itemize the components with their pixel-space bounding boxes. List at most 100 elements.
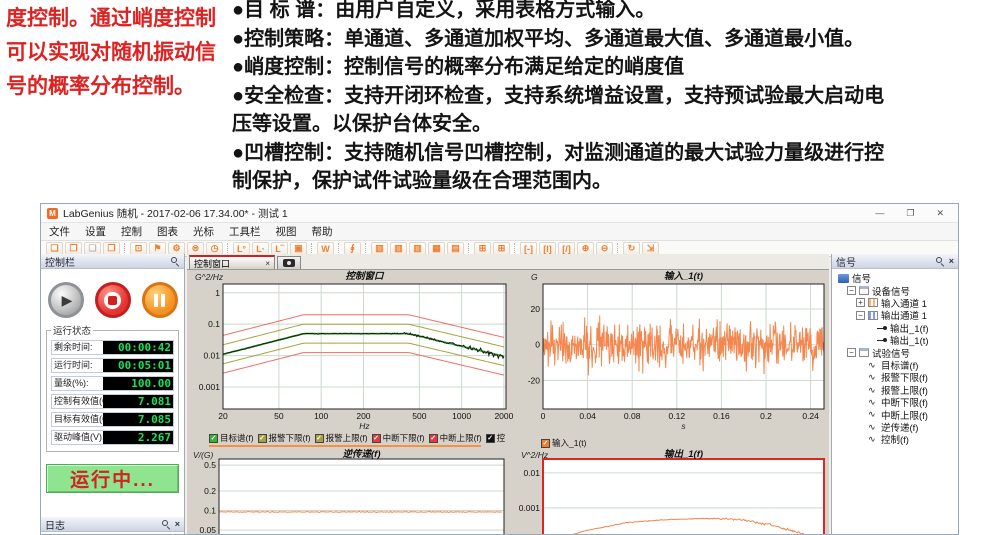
legend-label: 中断上限(f) [440,432,482,444]
svg-text:0.001: 0.001 [519,503,541,513]
svg-text:0.01: 0.01 [523,468,540,478]
tab-control-window[interactable]: 控制窗口 × [189,255,275,269]
toolbar-separator [365,243,367,255]
legend-item[interactable]: ✓控 [486,432,506,444]
svg-text:-20: -20 [528,375,541,385]
signal-panel: 信号 × 信号−设备信号+输入通道 1−输出通道 1输出_1(f)输出_1(t)… [831,254,958,534]
legend-checkbox-icon[interactable]: ✓ [209,434,218,443]
tree-item-label: 控制(f) [881,432,909,446]
play-button[interactable]: ▶ [48,282,84,318]
legend-checkbox-icon[interactable]: ✓ [315,434,324,443]
tree-item-_1t[interactable]: 输出_1(t) [835,334,956,346]
legend-checkbox-icon[interactable]: ✓ [372,434,381,443]
tree-item-f[interactable]: 中断上限(f) [835,408,956,420]
control-panel-title: 控制栏 [45,254,167,269]
svg-text:逆传递(f): 逆传递(f) [343,448,381,460]
tree-item-1[interactable]: +输入通道 1 [835,297,956,309]
status-field-value: 2.267 [103,431,173,444]
legend-checkbox-icon[interactable]: ✓ [258,434,267,443]
chart-input_time[interactable]: 200-2000.040.080.120.160.20.24s输入_1(t)G [517,270,829,452]
svg-text:0.2: 0.2 [204,486,216,496]
input-channel-icon [868,298,878,307]
stop-icon [104,292,121,309]
collapse-icon[interactable]: − [856,311,865,320]
chart-control[interactable]: 10.10.010.001205010020050010002000Hz控制窗口… [189,270,525,452]
red-note-line: 可以实现对随机振动信 [6,36,232,70]
toolbar-separator [227,243,229,255]
menu-item-8[interactable]: 帮助 [312,224,333,239]
menu-item-5[interactable]: 光标 [193,224,214,239]
svg-text:0.24: 0.24 [802,411,819,421]
tree-item-f[interactable]: 目标谱(f) [835,359,956,371]
red-note-line: 号的概率分布控制。 [6,70,232,104]
menu-item-3[interactable]: 控制 [121,224,142,239]
wave-signal-icon [868,360,878,370]
legend-item[interactable]: ✓中断上限(f) [429,432,482,444]
expand-icon[interactable]: + [856,298,865,307]
tree-item-[interactable]: 信号 [835,272,956,284]
status-field-value: 100.00 [103,377,173,390]
collapse-icon[interactable]: − [847,348,856,357]
control-panel: 控制栏 ▶ 运行状态 剩余时间:00:00:42运行时间:00:05:01量级(… [41,254,185,534]
app-logo-icon: M [47,208,58,219]
svg-text:50: 50 [274,411,284,421]
close-icon[interactable]: × [175,520,180,529]
chart-inverse_transfer[interactable]: 0.50.20.10.05逆传递(f)V/(G) [189,448,525,534]
restore-button[interactable]: ❐ [906,208,914,219]
wave-signal-icon [868,422,878,432]
tree-item-f[interactable]: 逆传递(f) [835,421,956,433]
legend-label: 报警下限(f) [269,432,311,444]
legend-label: 中断下限(f) [383,432,425,444]
menu-item-2[interactable]: 设置 [85,224,106,239]
close-icon[interactable]: × [949,257,954,266]
bullet-line: ●目 标 谱：由用户自定义，采用表格方式输入。 [232,0,1000,25]
tree-item-f[interactable]: 控制(f) [835,433,956,445]
tree-item-[interactable]: −设备信号 [835,284,956,296]
legend-checkbox-icon[interactable]: ✓ [541,439,550,448]
minimize-button[interactable]: — [875,208,884,219]
run-status-label: 运行状态 [51,323,93,337]
legend-checkbox-icon[interactable]: ✓ [429,434,438,443]
pin-icon[interactable] [936,257,945,266]
stop-button[interactable] [95,282,131,318]
legend-checkbox-icon[interactable]: ✓ [486,434,495,443]
legend-underline [209,445,481,447]
legend-item[interactable]: ✓目标谱(f) [209,432,254,444]
tree-item-f[interactable]: 报警上限(f) [835,384,956,396]
pin-icon[interactable] [162,520,171,529]
tree-item-f[interactable]: 报警下限(f) [835,371,956,383]
bullet-line: ●凹槽控制：支持随机信号凹槽控制，对监测通道的最大试验力量级进行控 [232,139,1000,168]
svg-text:0.1: 0.1 [204,506,216,516]
bullet-line: 制保护，保护试件试验量级在合理范围内。 [232,167,1000,196]
toolbar-separator [468,243,470,255]
tree-item-[interactable]: −试验信号 [835,346,956,358]
legend-item[interactable]: ✓报警下限(f) [258,432,311,444]
menu-item-1[interactable]: 文件 [49,224,70,239]
menu-item-6[interactable]: 工具栏 [229,224,261,239]
log-panel-header: 日志 × [41,517,184,532]
legend-item[interactable]: ✓输入_1(t) [541,437,586,449]
pin-icon[interactable] [171,257,180,266]
transport-controls: ▶ [41,282,184,318]
wave-signal-icon [868,434,878,444]
tab-snapshot[interactable] [277,256,301,269]
screen: 度控制。通过峭度控制可以实现对随机振动信号的概率分布控制。 ●目 标 谱：由用户… [0,0,1000,535]
svg-text:0.16: 0.16 [713,411,730,421]
pause-button[interactable] [142,282,178,318]
legend-item[interactable]: ✓报警上限(f) [315,432,368,444]
log-panel-title: 日志 [45,517,158,532]
collapse-icon[interactable]: − [847,286,856,295]
chart-output_freq[interactable]: 0.010.0010.0001输出_1(f)V^2/Hz [517,448,829,534]
run-status-group: 运行状态 剩余时间:00:00:42运行时间:00:05:01量级(%):100… [46,323,179,452]
close-button[interactable]: ✕ [936,208,944,219]
tree-item-f[interactable]: 中断下限(f) [835,396,956,408]
tree-item-1[interactable]: −输出通道 1 [835,309,956,321]
legend-item[interactable]: ✓中断下限(f) [372,432,425,444]
charts-container: 10.10.010.001205010020050010002000Hz控制窗口… [187,269,829,534]
menu-item-7[interactable]: 视图 [276,224,297,239]
tree-item-_1f[interactable]: 输出_1(f) [835,322,956,334]
menu-item-4[interactable]: 图表 [157,224,178,239]
window-controls: — ❐ ✕ [875,208,952,219]
toolbar-separator [311,243,313,255]
tab-close-icon[interactable]: × [265,259,270,268]
